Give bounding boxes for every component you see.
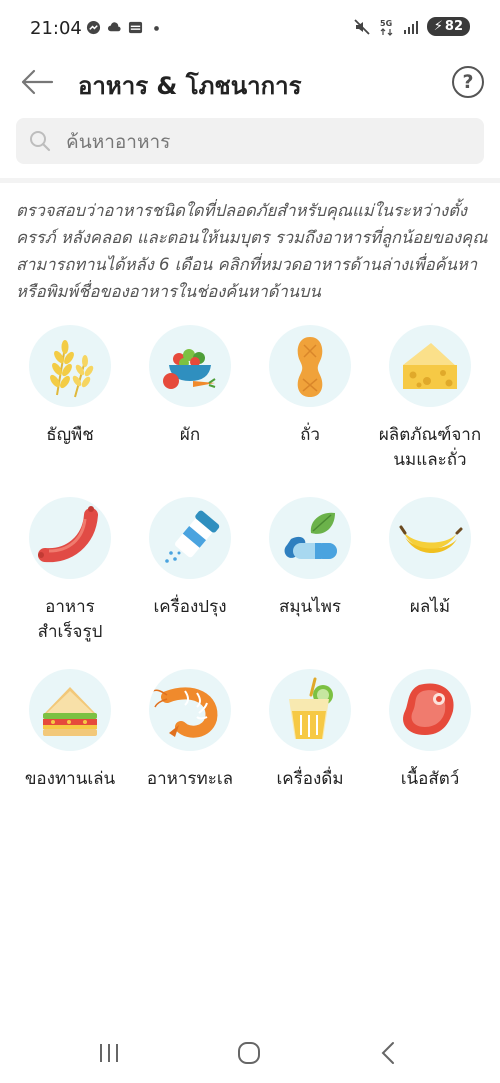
category-icon-circle: [149, 669, 231, 751]
category-icon-circle: [269, 325, 351, 407]
category-icon-circle: [389, 497, 471, 579]
notification-icons: [86, 20, 164, 35]
category-label: สมุนไพร: [278, 597, 342, 617]
app-header: อาหาร & โภชนาการ ?: [0, 56, 500, 108]
charging-icon: ⚡: [433, 19, 443, 34]
status-bar: 21:04 5G ⚡ 82: [0, 0, 500, 56]
category-label: อาหารสำเร็จรูป: [37, 597, 103, 642]
vegetable-icon: [163, 349, 216, 389]
category-icon-circle: [149, 497, 231, 579]
category-icon-circle: [389, 669, 471, 751]
help-icon[interactable]: ?: [452, 66, 484, 98]
search-icon: [30, 131, 51, 152]
svg-text:5G: 5G: [380, 19, 392, 28]
category-label: ผลิตภัณฑ์จากนมและถั่ว: [378, 425, 482, 470]
category-icon-circle: [269, 669, 351, 751]
category-grid: ธัญพืช ผัก ถั่ว ผลิตภัณฑ์จากนมและถั่ว อา…: [10, 325, 490, 792]
description-text: ตรวจสอบว่าอาหารชนิดใดที่ปลอดภัยสำหรับคุณ…: [16, 201, 488, 301]
sausage-icon: [38, 506, 98, 563]
sandwich-icon: [43, 687, 97, 736]
category-icon-circle: [389, 325, 471, 407]
battery-indicator: ⚡ 82: [426, 17, 470, 36]
category-label: อาหารทะเล: [146, 769, 234, 789]
grain-icon: [50, 340, 94, 398]
category-label: ของทานเล่น: [24, 769, 116, 789]
category-grains[interactable]: ธัญพืช: [10, 325, 130, 473]
salt-shaker-icon: [165, 510, 220, 563]
system-nav-bar: [0, 1024, 500, 1083]
category-meat[interactable]: เนื้อสัตว์: [370, 669, 490, 792]
category-vegetables[interactable]: ผัก: [130, 325, 250, 473]
back-arrow-icon[interactable]: [20, 66, 54, 98]
cloud-icon: [107, 22, 121, 32]
shrimp-icon: [152, 687, 218, 738]
category-seasonings[interactable]: เครื่องปรุง: [130, 497, 250, 645]
search-input[interactable]: [64, 118, 468, 166]
category-icon-circle: [29, 497, 111, 579]
category-icon-circle: [269, 497, 351, 579]
category-ready-meals[interactable]: อาหารสำเร็จรูป: [10, 497, 130, 645]
recent-apps-icon[interactable]: [94, 1040, 124, 1066]
home-icon[interactable]: [234, 1040, 264, 1066]
search-bar[interactable]: [16, 118, 484, 166]
battery-level: 82: [444, 19, 463, 34]
category-icon-circle: [149, 325, 231, 407]
category-drinks[interactable]: เครื่องดื่ม: [250, 669, 370, 792]
category-label: เครื่องดื่ม: [276, 769, 344, 789]
category-label: ผัก: [179, 425, 201, 445]
category-label: ถั่ว: [300, 425, 320, 445]
drink-icon: [289, 677, 333, 739]
signal-icon: [403, 20, 418, 34]
peanut-icon: [297, 337, 323, 397]
category-label: เครื่องปรุง: [153, 597, 227, 617]
cheese-icon: [403, 343, 457, 389]
dot-icon: [154, 26, 159, 31]
mute-icon: [354, 18, 370, 35]
system-indicators: 5G ⚡ 82: [353, 17, 470, 36]
divider: [0, 178, 500, 183]
5g-icon: 5G: [380, 19, 393, 36]
category-icon-circle: [29, 669, 111, 751]
back-icon[interactable]: [374, 1040, 404, 1066]
category-label: ธัญพืช: [46, 425, 94, 445]
category-seafood[interactable]: อาหารทะเล: [130, 669, 250, 792]
category-nuts[interactable]: ถั่ว: [250, 325, 370, 473]
banana-icon: [399, 525, 463, 553]
category-label: ผลไม้: [409, 597, 451, 617]
meat-icon: [403, 683, 454, 735]
app-notification-icon: [128, 21, 143, 34]
status-time: 21:04: [30, 18, 82, 39]
messenger-icon: [86, 20, 101, 35]
category-dairy[interactable]: ผลิตภัณฑ์จากนมและถั่ว: [370, 325, 490, 473]
category-icon-circle: [29, 325, 111, 407]
category-label: เนื้อสัตว์: [400, 769, 460, 789]
category-snacks[interactable]: ของทานเล่น: [10, 669, 130, 792]
page-title: อาหาร & โภชนาการ: [78, 72, 302, 100]
category-herbs[interactable]: สมุนไพร: [250, 497, 370, 645]
category-fruits[interactable]: ผลไม้: [370, 497, 490, 645]
herb-capsule-icon: [284, 512, 337, 559]
